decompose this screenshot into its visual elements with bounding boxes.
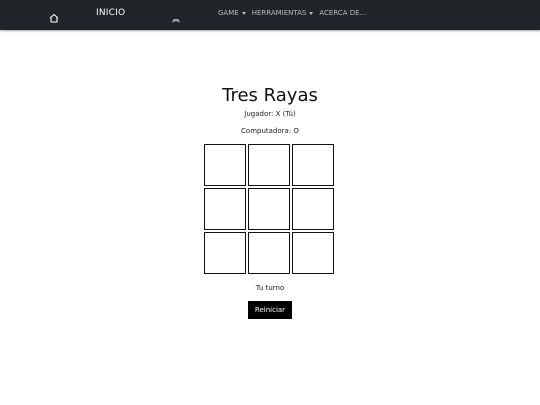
nav-item-game[interactable]: GAME [218,9,246,17]
gamepad-icon[interactable] [171,10,181,23]
nav-brand-inicio[interactable]: INICIO [96,8,125,18]
caret-down-icon [241,11,246,15]
page-title: Tres Rayas [222,85,318,106]
game-board [204,144,336,276]
board-cell[interactable] [248,144,290,186]
reset-button[interactable]: Reiniciar [248,301,292,319]
board-cell[interactable] [292,144,334,186]
game-container: Tres Rayas Jugador: X (Tú) Computadora: … [0,30,540,405]
board-cell[interactable] [248,232,290,274]
nav-item-herramientas-label: HERRAMIENTAS [251,9,307,17]
turn-status: Tu turno [255,284,285,292]
nav-item-game-label: GAME [218,9,239,17]
player-label: Jugador: X (Tú) [244,110,296,118]
board-cell[interactable] [204,188,246,230]
nav-item-acerca-de[interactable]: ACERCA DE... [319,9,366,17]
top-navbar: INICIO GAME HERRAMIENTAS ACERCA DE... [0,0,540,30]
board-cell[interactable] [292,188,334,230]
nav-item-acerca-de-label: ACERCA DE... [319,9,367,17]
board-cell[interactable] [248,188,290,230]
home-icon[interactable] [48,9,60,23]
nav-menu: GAME HERRAMIENTAS ACERCA DE... [218,9,366,17]
nav-item-herramientas[interactable]: HERRAMIENTAS [252,9,314,17]
board-cell[interactable] [204,232,246,274]
board-cell[interactable] [204,144,246,186]
board-cell[interactable] [292,232,334,274]
caret-down-icon [309,11,314,15]
computer-label: Computadora: O [241,127,299,135]
